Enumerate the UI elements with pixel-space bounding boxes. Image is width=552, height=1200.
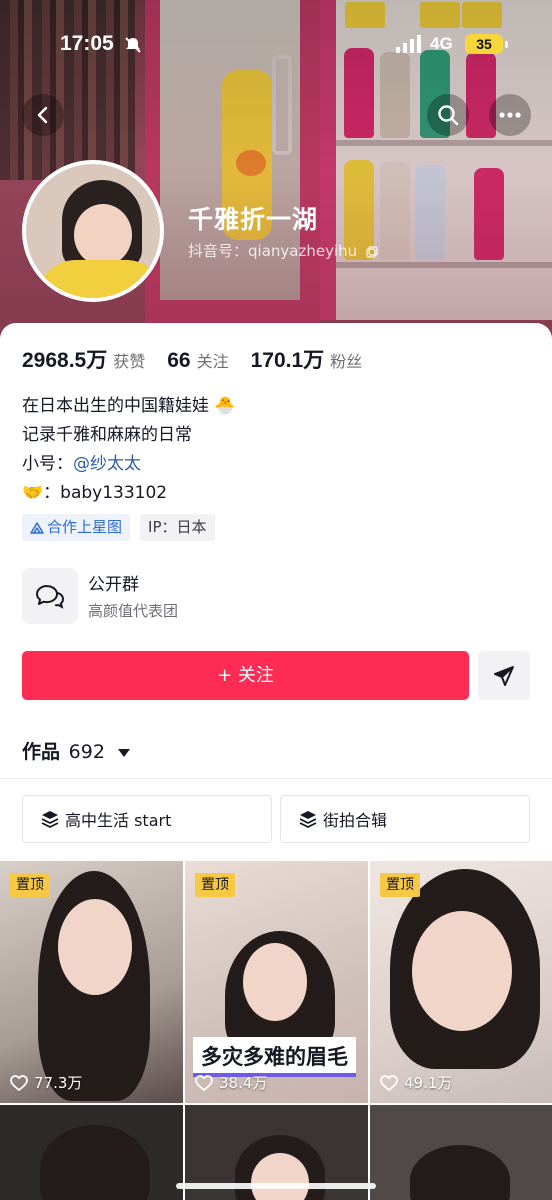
- more-button[interactable]: [489, 94, 531, 136]
- fan-group[interactable]: 公开群 高颜值代表团: [22, 568, 522, 626]
- stack-icon: [299, 811, 317, 828]
- group-subtitle: 高颜值代表团: [88, 602, 179, 620]
- video-likes: 49.1万: [380, 1072, 452, 1093]
- profile-name: 千雅折一湖: [188, 205, 319, 234]
- group-title: 公开群: [88, 575, 139, 595]
- home-indicator: [176, 1183, 376, 1189]
- star-map-icon: [30, 521, 44, 534]
- chevron-down-icon: [117, 748, 130, 757]
- search-button[interactable]: [427, 94, 469, 136]
- video-grid: 置顶 77.3万 置顶 多灾多难的眉毛 38.4万 置顶 49.1万: [0, 861, 552, 1200]
- profile-tags: 合作上星图 IP：日本: [22, 514, 225, 541]
- following-label[interactable]: 关注: [197, 348, 229, 372]
- battery-level: 35: [465, 34, 503, 54]
- bio-line: 记录千雅和麻麻的日常: [22, 425, 192, 445]
- ip-tag: IP：日本: [140, 514, 215, 541]
- video-likes: 77.3万: [10, 1072, 82, 1093]
- chat-group-icon: [36, 585, 65, 609]
- signal-icon: [396, 35, 421, 53]
- heart-icon: [10, 1074, 28, 1091]
- profile-bio: 在日本出生的中国籍娃娃 🐣 记录千雅和麻麻的日常 小号：@纱太太 🤝：baby1…: [22, 392, 236, 508]
- mute-icon: [125, 37, 141, 53]
- douyin-id-row[interactable]: 抖音号：qianyazheyihu: [188, 240, 378, 261]
- video-thumbnail[interactable]: 置顶 77.3万: [0, 861, 183, 1103]
- divider: [0, 778, 552, 779]
- collection-label: 高中生活 start: [65, 811, 172, 830]
- works-count: 692: [68, 741, 105, 763]
- share-icon: [494, 665, 514, 686]
- search-icon: [438, 105, 459, 126]
- works-label: 作品: [22, 741, 61, 763]
- group-icon-box: [22, 568, 78, 624]
- tab-works[interactable]: 作品 692: [22, 737, 130, 764]
- bio-line: 在日本出生的中国籍娃娃 🐣: [22, 396, 236, 416]
- follow-button[interactable]: + 关注: [22, 651, 469, 700]
- collection-label: 街拍合辑: [323, 811, 388, 830]
- video-thumbnail[interactable]: 置顶 多灾多难的眉毛 38.4万: [185, 861, 368, 1103]
- collection-item[interactable]: 街拍合辑: [280, 795, 530, 843]
- profile-stats: 2968.5万 获赞 66 关注 170.1万 粉丝: [22, 344, 384, 374]
- star-map-label: 合作上星图: [47, 518, 123, 536]
- alt-account-link[interactable]: @纱太太: [73, 454, 141, 474]
- bio-contact: 🤝：baby133102: [22, 483, 168, 503]
- video-thumbnail[interactable]: [0, 1105, 183, 1200]
- alt-account-prefix: 小号：: [22, 454, 73, 474]
- back-button[interactable]: [22, 94, 64, 136]
- heart-icon: [195, 1074, 213, 1091]
- followers-count[interactable]: 170.1万: [251, 344, 325, 374]
- status-bar: 17:05 4G 35: [0, 30, 552, 64]
- likes-label: 获赞: [113, 352, 146, 371]
- stack-icon: [41, 811, 59, 828]
- share-button[interactable]: [478, 651, 530, 700]
- bio-alt-account: 小号：@纱太太: [22, 450, 236, 479]
- star-map-tag[interactable]: 合作上星图: [22, 514, 131, 541]
- pinned-badge: 置顶: [10, 873, 50, 897]
- video-caption: 多灾多难的眉毛: [193, 1037, 356, 1077]
- video-thumbnail[interactable]: [370, 1105, 552, 1200]
- collections-row: 高中生活 start 街拍合辑: [22, 795, 530, 843]
- collection-item[interactable]: 高中生活 start: [22, 795, 272, 843]
- douyin-id: 抖音号：qianyazheyihu: [188, 242, 358, 260]
- copy-icon[interactable]: [366, 245, 378, 258]
- video-likes: 38.4万: [195, 1072, 267, 1093]
- followers-label[interactable]: 粉丝: [330, 348, 362, 372]
- status-time: 17:05: [60, 32, 114, 55]
- following-count[interactable]: 66: [167, 349, 190, 373]
- back-icon: [37, 106, 48, 124]
- pinned-badge: 置顶: [195, 873, 235, 897]
- pinned-badge: 置顶: [380, 873, 420, 897]
- heart-icon: [380, 1074, 398, 1091]
- likes-count: 2968.5万: [22, 349, 108, 372]
- more-icon: [499, 112, 521, 118]
- network-type: 4G: [430, 34, 453, 53]
- avatar[interactable]: [22, 160, 164, 302]
- video-thumbnail[interactable]: 置顶 49.1万: [370, 861, 552, 1103]
